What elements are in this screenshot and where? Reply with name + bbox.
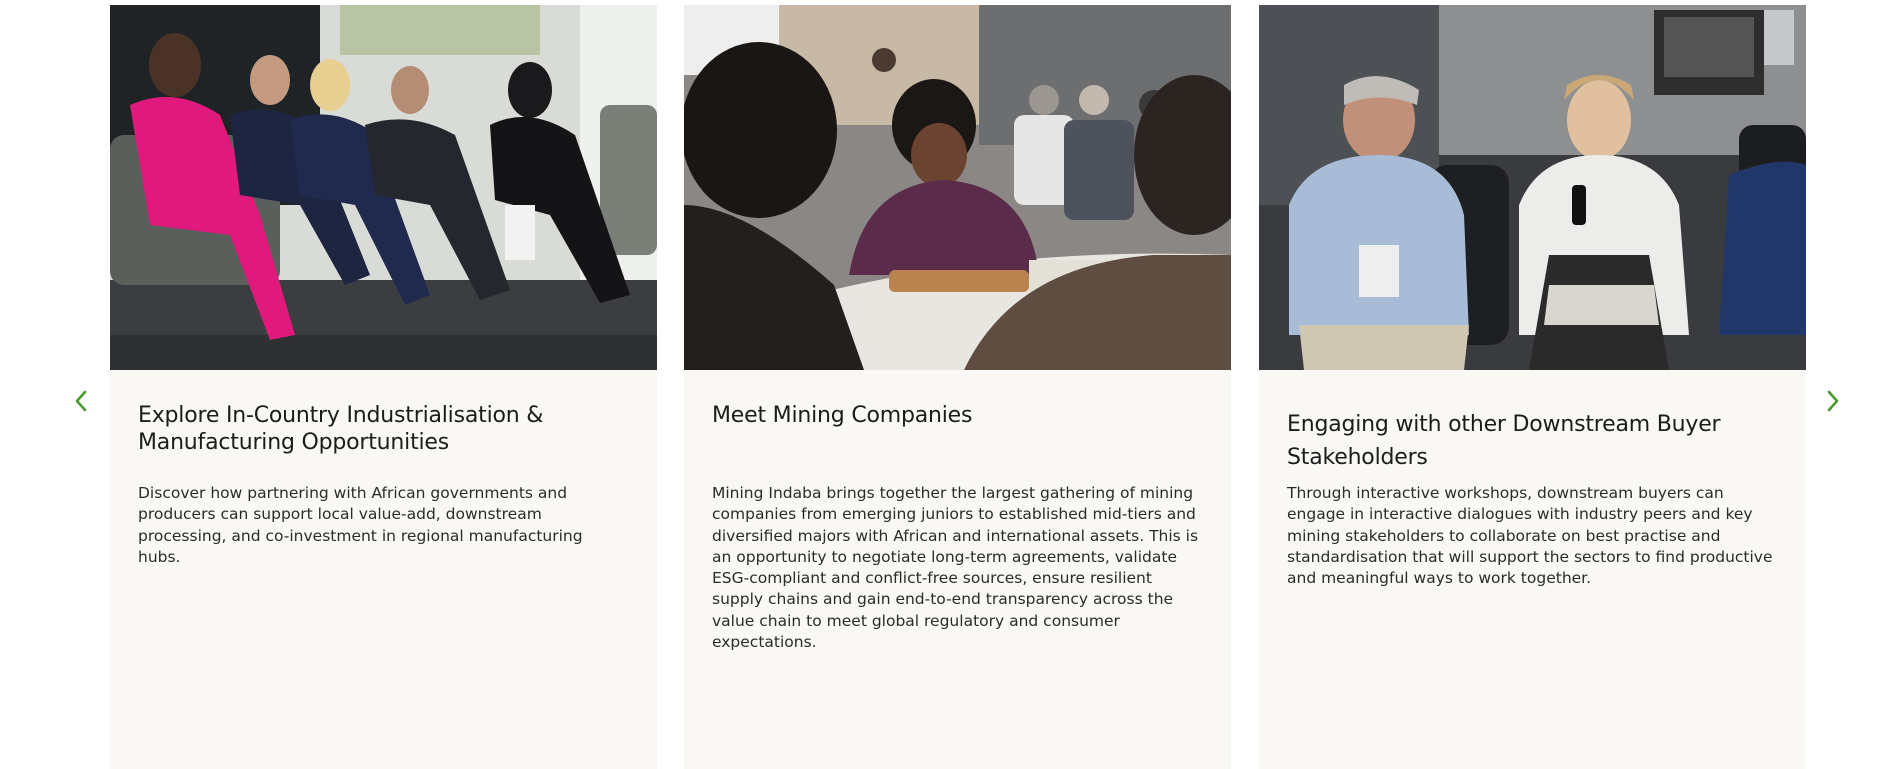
- card-description: Mining Indaba brings together the larges…: [712, 484, 1199, 652]
- chevron-left-icon: [75, 390, 87, 412]
- roundtable-meeting-photo: [684, 5, 1231, 370]
- card-description: Through interactive workshops, downstrea…: [1287, 484, 1773, 588]
- chevron-right-icon: [1827, 390, 1839, 412]
- card-title: Meet Mining Companies: [712, 403, 973, 428]
- card-title: Explore In-Country Industrialisation & M…: [138, 403, 544, 455]
- feature-card[interactable]: Engaging with other Downstream Buyer Sta…: [1259, 5, 1806, 769]
- feature-card[interactable]: Explore In-Country Industrialisation & M…: [110, 5, 657, 769]
- carousel-next-button[interactable]: [1818, 386, 1848, 416]
- feature-carousel: Explore In-Country Industrialisation & M…: [0, 0, 1904, 769]
- workshop-dialogue-photo: [1259, 5, 1806, 370]
- panel-discussion-photo: [110, 5, 657, 370]
- card-title: Engaging with other Downstream Buyer Sta…: [1287, 412, 1721, 470]
- card-description: Discover how partnering with African gov…: [138, 484, 583, 566]
- carousel-prev-button[interactable]: [66, 386, 96, 416]
- feature-card[interactable]: Meet Mining Companies Mining Indaba brin…: [684, 5, 1231, 769]
